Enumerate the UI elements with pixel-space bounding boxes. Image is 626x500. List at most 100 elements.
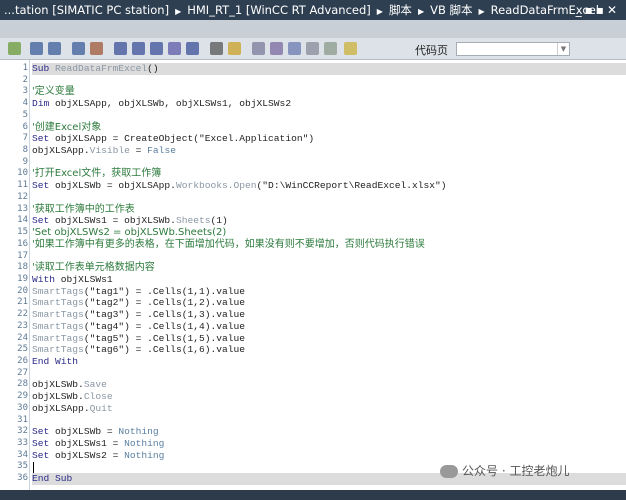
toolbar-button-icon[interactable] [8, 42, 21, 55]
code-line[interactable]: '打开Excel文件，获取工作簿 [32, 168, 626, 180]
code-token: ("tag6") = .Cells(1,6).value [83, 344, 246, 356]
title-bar: ...tation [SIMATIC PC station] ▶ HMI_RT_1 … [0, 0, 626, 20]
code-page-select[interactable]: ▼ [456, 42, 570, 56]
watermark: 公众号 · 工控老炮儿 [440, 462, 569, 479]
line-number: 27 [17, 367, 28, 378]
code-token: objXLSWs1 = objXLSWb. [55, 215, 176, 227]
code-token: Nothing [118, 426, 159, 438]
line-number: 1 [22, 63, 28, 73]
code-token: '创建Excel对象 [32, 121, 102, 133]
code-line[interactable]: 'Set objXLSWs2 = objXLSWb.Sheets(2) [32, 227, 626, 239]
code-token: Sub [32, 63, 56, 74]
line-number: 36 [17, 473, 28, 484]
code-token: Sheets [175, 215, 211, 227]
toolbar-button-icon[interactable] [228, 42, 241, 55]
line-number: 19 [17, 273, 28, 284]
code-line[interactable]: '如果工作簿中有更多的表格，在下面增加代码，如果没有则不要增加，否则代码执行错误 [32, 239, 626, 251]
code-line[interactable]: With objXLSWs1 [32, 274, 626, 286]
code-token: 'Set objXLSWs2 = objXLSWb.Sheets(2) [32, 227, 227, 239]
code-line[interactable]: Set objXLSWs1 = objXLSWb.Sheets(1) [32, 215, 626, 227]
code-line[interactable]: Sub ReadDataFrmExcel() [32, 63, 626, 75]
code-line[interactable]: SmartTags("tag2") = .Cells(1,2).value [32, 297, 626, 309]
code-token: objXLSWb = [55, 426, 119, 438]
code-line[interactable]: '定义变量 [32, 86, 626, 98]
code-line[interactable]: '读取工作表单元格数据内容 [32, 262, 626, 274]
toolbar-button-icon[interactable] [210, 42, 223, 55]
code-line[interactable]: SmartTags("tag6") = .Cells(1,6).value [32, 344, 626, 356]
toolbar-button-icon[interactable] [30, 42, 43, 55]
code-token: ("tag5") = .Cells(1,5).value [83, 332, 246, 344]
code-line[interactable]: Set objXLSWs2 = Nothing [32, 450, 626, 462]
code-line[interactable]: Set objXLSWs1 = Nothing [32, 438, 626, 450]
toolbar-button-icon[interactable] [252, 42, 265, 55]
toolbar-button-icon[interactable] [48, 42, 61, 55]
code-line[interactable]: Dim objXLSApp, objXLSWb, objXLSWs1, objX… [32, 98, 626, 110]
toolbar-button-icon[interactable] [288, 42, 301, 55]
code-token: ("tag4") = .Cells(1,4).value [83, 320, 246, 332]
code-line[interactable]: SmartTags("tag1") = .Cells(1,1).value [32, 286, 626, 298]
chevron-down-icon[interactable]: ▼ [557, 43, 569, 55]
toolbar-button-icon[interactable] [72, 42, 85, 55]
code-line[interactable]: Set objXLSApp = CreateObject("Excel.Appl… [32, 133, 626, 145]
code-line[interactable] [32, 157, 626, 169]
code-token: Save [83, 379, 107, 391]
toolbar-button-icon[interactable] [132, 42, 145, 55]
code-line[interactable]: objXLSApp.Quit [32, 403, 626, 415]
breadcrumb-item[interactable]: 脚本 [389, 3, 412, 17]
breadcrumb-item[interactable]: HMI_RT_1 [WinCC RT Advanced] [187, 3, 371, 17]
code-line[interactable]: Set objXLSWb = Nothing [32, 426, 626, 438]
code-line[interactable]: objXLSWb.Save [32, 379, 626, 391]
code-token: False [147, 145, 176, 157]
code-line[interactable] [32, 368, 626, 380]
line-number: 31 [17, 414, 28, 425]
code-line[interactable] [32, 192, 626, 204]
code-line[interactable] [32, 251, 626, 263]
line-number: 30 [17, 402, 28, 413]
line-number: 2 [22, 74, 28, 85]
code-token: End Sub [32, 473, 73, 485]
toolbar-button-icon[interactable] [150, 42, 163, 55]
code-line[interactable]: '创建Excel对象 [32, 122, 626, 134]
line-number: 4 [22, 98, 28, 109]
code-line[interactable]: End With [32, 356, 626, 368]
code-token: Close [83, 391, 113, 403]
code-token: Set [32, 438, 56, 450]
code-token: SmartTags [32, 297, 84, 309]
code-line[interactable]: '获取工作簿中的工作表 [32, 204, 626, 216]
code-token: Dim [32, 98, 56, 110]
toolbar-button-icon[interactable] [270, 42, 283, 55]
code-line[interactable]: Set objXLSWb = objXLSApp.Workbooks.Open(… [32, 180, 626, 192]
watermark-text: 公众号 · 工控老炮儿 [462, 464, 570, 478]
breadcrumb-separator-icon: ▶ [175, 7, 182, 16]
window-controls[interactable]: _▪▪✕ [576, 0, 620, 20]
toolbar-button-icon[interactable] [90, 42, 103, 55]
code-line[interactable]: SmartTags("tag5") = .Cells(1,5).value [32, 333, 626, 345]
code-line[interactable]: objXLSWb.Close [32, 391, 626, 403]
code-line[interactable]: SmartTags("tag3") = .Cells(1,3).value [32, 309, 626, 321]
toolbar-button-icon[interactable] [186, 42, 199, 55]
code-token: (1) [210, 215, 228, 227]
line-number: 29 [17, 391, 28, 402]
code-line[interactable] [32, 75, 626, 87]
code-token: SmartTags [32, 332, 84, 344]
toolbar-button-icon[interactable] [306, 42, 319, 55]
toolbar-button-icon[interactable] [114, 42, 127, 55]
breadcrumb-item[interactable]: VB 脚本 [430, 3, 472, 17]
toolbar-button-icon[interactable] [324, 42, 337, 55]
code-line[interactable]: objXLSApp.Visible = False [32, 145, 626, 157]
toolbar-button-icon[interactable] [344, 42, 357, 55]
code-editor[interactable]: 1 2 3 4 5 6 7 8 9 10 11 12 13 14 15 16 17 18 19 20 21 22 23 24 2… [0, 60, 626, 490]
breadcrumb-item[interactable]: ...tation [SIMATIC PC station] [4, 3, 169, 17]
code-token: With [32, 273, 61, 285]
code-token: objXLSWb. [32, 391, 84, 403]
line-number: 13 [17, 203, 28, 214]
code-line[interactable]: SmartTags("tag4") = .Cells(1,4).value [32, 321, 626, 333]
line-number: 12 [17, 191, 28, 202]
code-token: ("tag2") = .Cells(1,2).value [83, 297, 246, 309]
line-number: 9 [22, 156, 28, 167]
code-line[interactable] [32, 415, 626, 427]
line-number-gutter: 1 2 3 4 5 6 7 8 9 10 11 12 13 14 15 16 17 18 19 20 21 22 23 24 2… [8, 60, 30, 490]
code-line[interactable] [32, 110, 626, 122]
wechat-icon [440, 465, 458, 478]
toolbar-button-icon[interactable] [168, 42, 181, 55]
